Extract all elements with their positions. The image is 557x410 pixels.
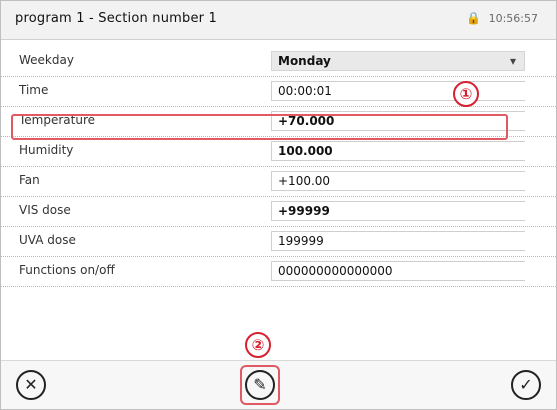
close-circle-icon: ✕ — [24, 375, 38, 394]
confirm-button[interactable]: ✓ — [511, 370, 541, 400]
edit-pencil-icon: ✎ — [253, 375, 267, 394]
label-humidity: Humidity — [19, 143, 74, 157]
humidity-field[interactable]: 100.000 — [271, 141, 525, 161]
edit-highlight: ✎ — [240, 365, 280, 405]
label-fan: Fan — [19, 173, 40, 187]
cancel-button[interactable]: ✕ — [16, 370, 46, 400]
uva-dose-field[interactable]: 199999 — [271, 231, 525, 251]
clock-text: 10:56:57 — [488, 12, 538, 25]
page-title: program 1 - Section number 1 — [15, 11, 218, 26]
row-fan[interactable]: Fan +100.00 — [1, 167, 556, 197]
chevron-down-icon: ▾ — [509, 54, 516, 68]
lock-icon: 🔒 — [466, 11, 482, 25]
program-editor-screen: program 1 - Section number 1 🔒 10:56:57 … — [0, 0, 557, 410]
row-humidity[interactable]: Humidity 100.000 — [1, 137, 556, 167]
title-bar: program 1 - Section number 1 🔒 10:56:57 — [1, 1, 556, 40]
row-uva-dose[interactable]: UVA dose 199999 — [1, 227, 556, 257]
check-circle-icon: ✓ — [519, 375, 533, 394]
row-functions[interactable]: Functions on/off 000000000000000 — [1, 257, 556, 287]
status-area: 🔒 10:56:57 — [466, 11, 538, 25]
bottom-toolbar: ✕ ✎ ✓ — [1, 360, 556, 409]
weekday-select[interactable]: Monday ▾ — [271, 51, 525, 71]
callout-marker-2: ② — [245, 332, 271, 358]
label-weekday: Weekday — [19, 53, 74, 67]
time-field[interactable]: 00:00:01 — [271, 81, 525, 101]
callout-marker-1: ① — [453, 81, 479, 107]
vis-dose-field[interactable]: +99999 — [271, 201, 525, 221]
functions-field[interactable]: 000000000000000 — [271, 261, 525, 281]
label-uva-dose: UVA dose — [19, 233, 76, 247]
label-functions: Functions on/off — [19, 263, 115, 277]
edit-button[interactable]: ✎ — [245, 370, 275, 400]
row-vis-dose[interactable]: VIS dose +99999 — [1, 197, 556, 227]
row-weekday[interactable]: Weekday Monday ▾ — [1, 47, 556, 77]
label-vis-dose: VIS dose — [19, 203, 71, 217]
label-time: Time — [19, 83, 49, 97]
fan-field[interactable]: +100.00 — [271, 171, 525, 191]
temperature-highlight — [11, 114, 508, 140]
